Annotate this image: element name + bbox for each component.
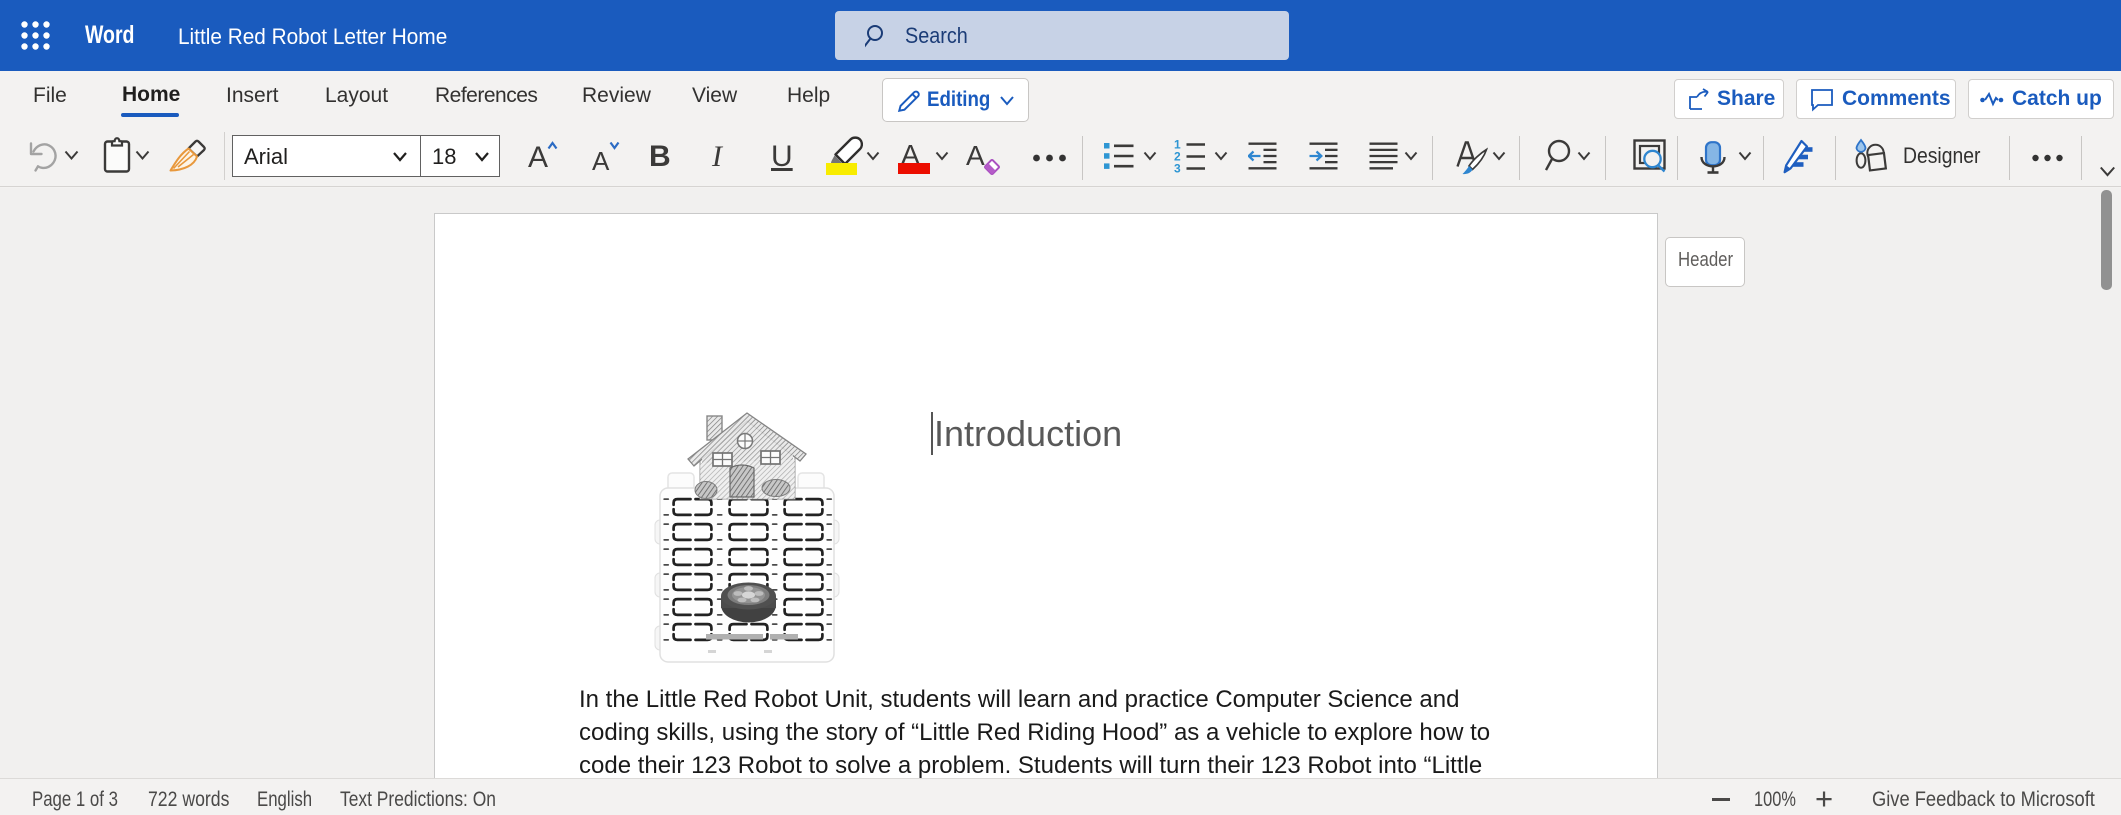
svg-text:3: 3: [1174, 162, 1181, 174]
